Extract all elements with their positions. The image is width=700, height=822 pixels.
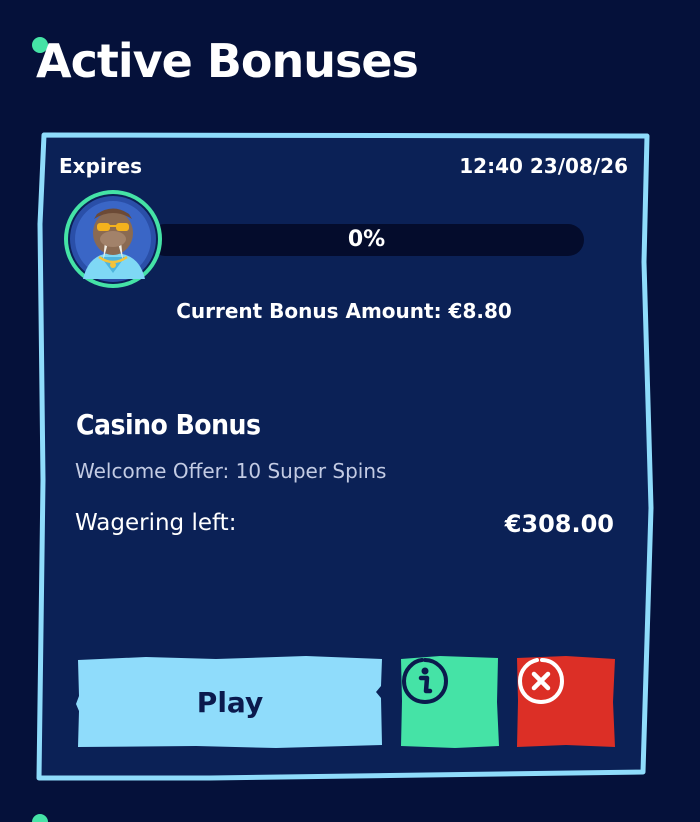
bonus-progress-bar: 0% (149, 224, 584, 256)
bonus-subtitle: Welcome Offer: 10 Super Spins (75, 459, 387, 483)
wagering-left-value: €308.00 (504, 510, 614, 538)
expires-label: Expires (59, 154, 143, 178)
current-bonus-amount: Current Bonus Amount: €8.80 (176, 299, 512, 323)
cancel-bonus-button[interactable] (516, 656, 616, 748)
bonus-card-content: Expires 12:40 23/08/26 0% Current Bonus … (44, 140, 644, 772)
bonus-progress-text: 0% (347, 227, 386, 252)
info-icon (401, 658, 449, 705)
expires-value: 12:40 23/08/26 (459, 154, 628, 178)
walrus-character-icon (64, 190, 162, 288)
close-circle-icon (517, 658, 565, 705)
active-bonuses-page: Active Bonuses Expires 12:40 23/08/26 0% (0, 0, 700, 822)
bonus-title: Casino Bonus (76, 408, 261, 441)
info-button[interactable] (400, 656, 500, 748)
play-button[interactable]: Play (76, 656, 384, 748)
play-button-label: Play (196, 685, 264, 719)
wagering-left-label: Wagering left: (75, 510, 237, 536)
